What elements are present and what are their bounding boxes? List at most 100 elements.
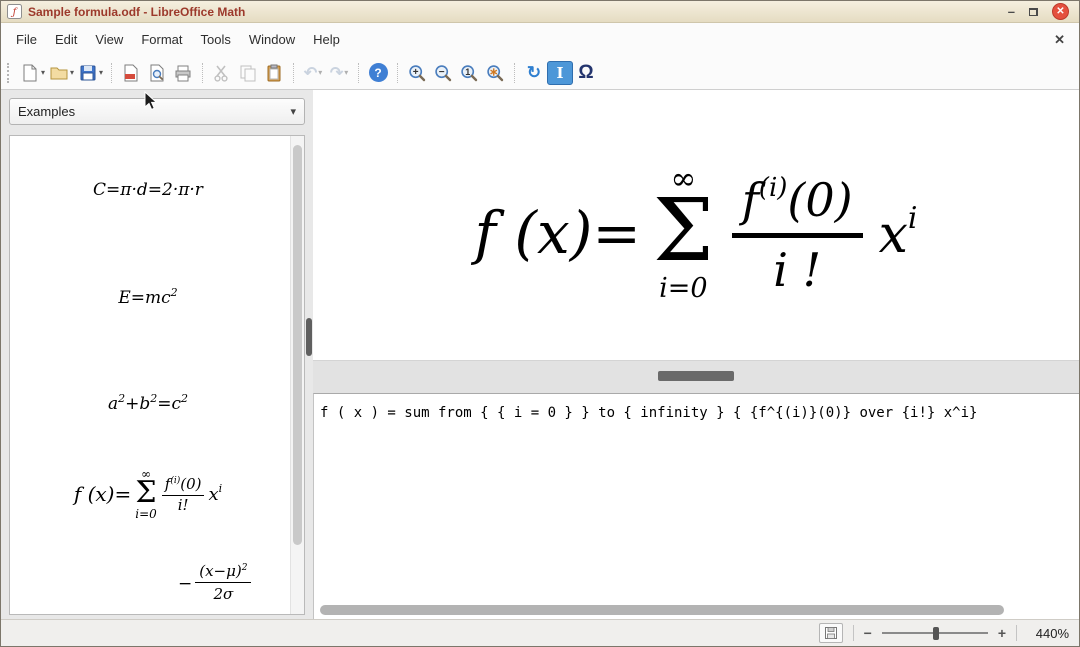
toolbar-grip[interactable]	[7, 63, 13, 83]
print-preview-button[interactable]	[144, 60, 170, 86]
fraction-numerator: f(i)(0)	[732, 173, 863, 237]
cut-icon	[212, 63, 232, 83]
zoom-100-button[interactable]: 1	[456, 60, 482, 86]
paste-button[interactable]	[261, 60, 287, 86]
main-area: Examples ▾ C=π·d=2·π·r E=mc2 a2+b2=c2 f …	[1, 90, 1079, 619]
example-emc2-formula[interactable]: E=mc2	[10, 286, 286, 308]
sum-construct: ∞ Σ i=0	[135, 468, 157, 520]
dropdown-caret-icon[interactable]: ▾	[41, 68, 45, 77]
fraction-denominator: 2σ	[213, 583, 233, 603]
sidebar-splitter[interactable]	[305, 90, 313, 619]
menu-window[interactable]: Window	[240, 23, 304, 56]
scrollbar-thumb[interactable]	[320, 605, 1004, 615]
menu-help[interactable]: Help	[304, 23, 349, 56]
redo-icon: ↷	[330, 63, 343, 83]
open-button[interactable]: ▾	[47, 60, 76, 86]
toolbar-separator	[293, 63, 294, 83]
svg-text:+: +	[413, 67, 419, 78]
save-status-button[interactable]	[819, 623, 843, 643]
statusbar-separator	[853, 625, 854, 641]
copy-button[interactable]	[235, 60, 261, 86]
examples-scrollbar[interactable]	[290, 136, 304, 614]
formula-superscript: 2	[181, 392, 188, 405]
command-editor[interactable]: f ( x ) = sum from { { i = 0 } } to { in…	[313, 393, 1079, 619]
redo-button[interactable]: ↷ ▾	[326, 60, 352, 86]
sum-lower-limit: i=0	[135, 508, 157, 520]
zoom-level[interactable]: 440%	[1027, 626, 1069, 641]
document-close-button[interactable]: ✕	[1054, 23, 1065, 56]
menu-format[interactable]: Format	[132, 23, 191, 56]
save-icon	[78, 63, 98, 83]
zoom-in-button[interactable]: +	[998, 625, 1006, 641]
command-hscrollbar[interactable]	[320, 605, 1004, 615]
help-icon: ?	[369, 63, 388, 82]
zoom-in-button[interactable]: +	[404, 60, 430, 86]
minimize-button[interactable]: –	[1008, 7, 1015, 17]
help-button[interactable]: ?	[365, 60, 391, 86]
dropdown-caret-icon[interactable]: ▾	[70, 68, 74, 77]
chevron-down-icon: ▾	[290, 105, 296, 118]
toolbar-separator	[111, 63, 112, 83]
slider-handle[interactable]	[933, 627, 939, 640]
toolbar-separator	[358, 63, 359, 83]
copy-icon	[238, 63, 258, 83]
toolbar-separator	[514, 63, 515, 83]
toolbar-separator	[397, 63, 398, 83]
fraction-numerator: f(i)(0)	[162, 475, 205, 497]
formula-view[interactable]: f (x)= ∞ Σ i=0 f(i)(0) i ! xi	[313, 90, 1079, 361]
svg-text:1: 1	[465, 67, 470, 77]
svg-text:−: −	[439, 67, 445, 78]
formula-cursor-icon: I	[557, 64, 564, 82]
sum-construct: ∞ Σ i=0	[653, 164, 714, 302]
example-pythagoras-formula[interactable]: a2+b2=c2	[10, 392, 286, 414]
show-all-button[interactable]: ∗	[482, 60, 508, 86]
fraction-construct: f(i)(0) i!	[162, 475, 205, 514]
dropdown-caret-icon[interactable]: ▾	[344, 68, 348, 77]
sum-lower-limit: i=0	[659, 275, 707, 302]
formula-text: E=mc	[118, 288, 170, 308]
zoom-out-button[interactable]: −	[864, 625, 872, 641]
undo-button[interactable]: ↶ ▾	[300, 60, 326, 86]
splitter-handle[interactable]	[658, 371, 734, 381]
sum-symbol: Σ	[653, 197, 714, 266]
formula-text: =c	[157, 394, 181, 414]
zoom-100-icon: 1	[459, 63, 479, 83]
fraction-denominator: i !	[773, 238, 821, 293]
formula-cursor-button[interactable]: I	[547, 61, 573, 85]
scrollbar-thumb[interactable]	[293, 145, 302, 545]
zoom-out-button[interactable]: −	[430, 60, 456, 86]
update-view-button[interactable]: ↻	[521, 60, 547, 86]
dropdown-caret-icon[interactable]: ▾	[318, 68, 322, 77]
examples-panel: Examples ▾ C=π·d=2·π·r E=mc2 a2+b2=c2 f …	[9, 98, 305, 615]
zoom-slider[interactable]	[882, 625, 988, 641]
menu-file[interactable]: File	[7, 23, 46, 56]
svg-text:∗: ∗	[489, 66, 498, 78]
save-button[interactable]: ▾	[76, 60, 105, 86]
examples-list: C=π·d=2·π·r E=mc2 a2+b2=c2 f (x)= ∞ Σ i=…	[9, 135, 305, 615]
print-button[interactable]	[170, 60, 196, 86]
new-document-button[interactable]: ▾	[18, 60, 47, 86]
fraction-numerator: (x−μ)2	[195, 562, 251, 583]
export-pdf-button[interactable]	[118, 60, 144, 86]
power-term: xi	[208, 482, 222, 505]
example-circle-formula[interactable]: C=π·d=2·π·r	[10, 180, 286, 200]
view-splitter[interactable]	[313, 361, 1079, 393]
command-text[interactable]: f ( x ) = sum from { { i = 0 } } to { in…	[314, 394, 1079, 432]
cut-button[interactable]	[209, 60, 235, 86]
splitter-grip[interactable]	[306, 318, 312, 356]
close-button[interactable]: ✕	[1052, 3, 1069, 20]
dropdown-caret-icon[interactable]: ▾	[99, 68, 103, 77]
statusbar: − + 440%	[1, 619, 1079, 646]
titlebar[interactable]: ƒ Sample formula.odf - LibreOffice Math …	[1, 1, 1079, 23]
toolbar-separator	[202, 63, 203, 83]
menu-edit[interactable]: Edit	[46, 23, 86, 56]
document-region: f (x)= ∞ Σ i=0 f(i)(0) i ! xi	[313, 90, 1079, 619]
restore-button[interactable]	[1029, 3, 1038, 21]
example-taylor-formula[interactable]: f (x)= ∞ Σ i=0 f(i)(0) i! xi	[10, 468, 286, 520]
example-gaussian-formula[interactable]: − (x−μ)2 2σ	[178, 562, 251, 603]
symbols-catalog-button[interactable]: Ω	[573, 60, 599, 86]
menu-tools[interactable]: Tools	[191, 23, 239, 56]
menu-view[interactable]: View	[86, 23, 132, 56]
app-window: ƒ Sample formula.odf - LibreOffice Math …	[0, 0, 1080, 647]
paste-icon	[264, 63, 284, 83]
